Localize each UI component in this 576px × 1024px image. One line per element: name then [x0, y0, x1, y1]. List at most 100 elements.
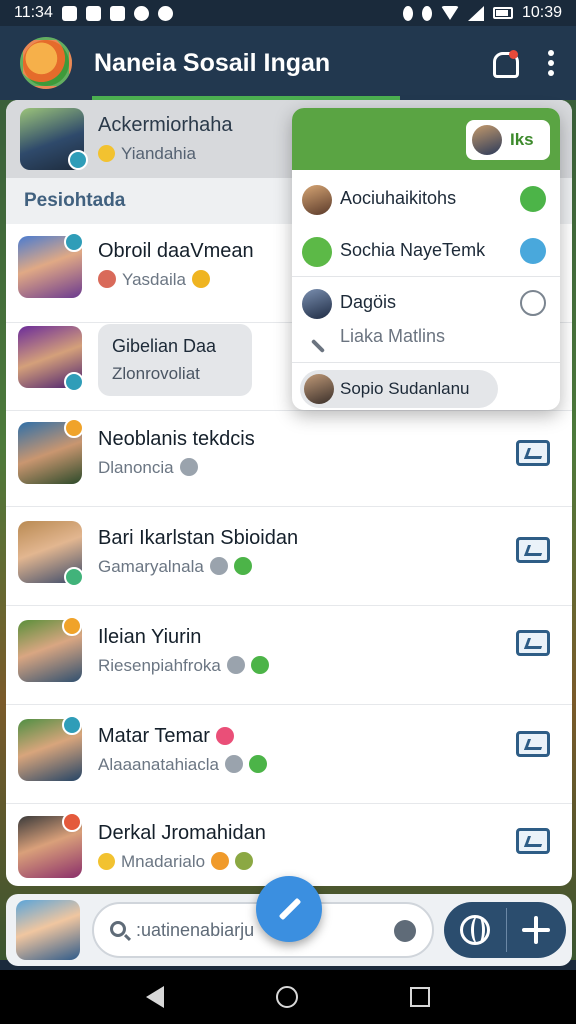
contact-name: Ileian Yiurin	[98, 626, 202, 648]
wave-emoji-icon	[191, 270, 210, 288]
contact-name: Neoblanis tekdcis	[98, 428, 255, 450]
contact-subtitle-text: Dlanoncia	[98, 458, 174, 477]
video-call-icon[interactable]	[516, 828, 550, 854]
contact-subtitle-text: Gamaryalnala	[98, 557, 204, 576]
status-right: 10:39	[402, 4, 562, 22]
contact-subtitle: Alaaanatahiacla	[98, 755, 267, 775]
contact-row[interactable]: Matar Temar Alaaanatahiacla	[6, 705, 572, 804]
app-bar: Naneia Sosail Ingan	[0, 26, 576, 100]
contact-row[interactable]: Bari Ikarlstan Sbioidan Gamaryalnala	[6, 507, 572, 606]
video-call-icon[interactable]	[516, 630, 550, 656]
signal-icon	[467, 5, 484, 21]
status-emoji-icon	[98, 145, 115, 162]
account-pill[interactable]: Sopio Sudanlanu	[300, 370, 498, 408]
contact-avatar	[18, 812, 82, 878]
menu-item[interactable]: Sochia NayeTemk	[292, 226, 560, 278]
video-call-icon[interactable]	[516, 440, 550, 466]
contact-subtitle-text: Mnadarialo	[121, 852, 206, 871]
sticker-icon	[235, 852, 254, 870]
notification-mail-icon	[61, 5, 77, 21]
contact-subtitle-text: Yasdaila	[122, 270, 186, 289]
back-icon[interactable]	[146, 986, 164, 1008]
menu-divider	[292, 276, 560, 277]
system-nav-bar	[0, 970, 576, 1024]
reaction-icon	[226, 656, 245, 674]
contact-subtitle: Dlanoncia	[98, 458, 198, 478]
status-badge-icon	[62, 715, 82, 735]
profile-badge-icon	[68, 150, 88, 170]
status-badge-icon	[64, 418, 84, 438]
contact-row[interactable]: Neoblanis tekdcis Dlanoncia	[6, 408, 572, 507]
bluetooth-secondary-icon	[421, 5, 432, 21]
video-call-icon[interactable]	[516, 731, 550, 757]
status-badge-icon	[62, 812, 82, 832]
account-chip[interactable]: Iks	[466, 120, 550, 160]
menu-item[interactable]: Aociuhaikitohs	[292, 174, 560, 226]
chat-icon[interactable]	[520, 186, 546, 212]
home-icon[interactable]	[276, 986, 298, 1008]
heart-emoji-icon	[215, 727, 234, 745]
recent-apps-icon[interactable]	[410, 987, 430, 1007]
profile-status-text: Yiandahia	[121, 144, 196, 163]
menu-item-sublabel: Liaka Matlins	[340, 326, 446, 346]
clock-icon[interactable]	[520, 290, 546, 316]
menu-item-avatar	[302, 237, 332, 267]
more-options-icon[interactable]	[546, 50, 556, 76]
contact-subtitle: Gamaryalnala	[98, 557, 252, 577]
reaction-icon	[209, 557, 228, 575]
wifi-icon	[440, 6, 459, 20]
status-badge-icon	[64, 567, 84, 587]
dropdown-header: Iks	[292, 108, 560, 170]
bubble-subtitle: Zlonrovoliat	[112, 364, 200, 383]
status-time-right: 10:39	[521, 4, 562, 21]
contact-name: Derkal Jromahidan	[98, 822, 266, 844]
contact-subtitle: Mnadarialo	[98, 852, 254, 872]
notification-app-icon	[85, 5, 101, 21]
chip-label: Iks	[510, 130, 534, 149]
profile-name: Ackermiorhaha	[98, 114, 233, 136]
menu-item-label: Sochia NayeTemk	[340, 240, 486, 260]
contact-avatar	[18, 232, 84, 298]
chat-bubble-icon	[248, 755, 267, 773]
chip-avatar	[472, 125, 502, 155]
status-bar: 11:34 10:39	[0, 0, 576, 26]
message-bubble[interactable]: Gibelian Daa Zlonrovoliat	[98, 324, 252, 396]
action-group	[444, 902, 566, 958]
action-divider	[506, 908, 507, 952]
emoji-icon[interactable]	[394, 920, 416, 942]
globe-icon[interactable]	[460, 915, 490, 945]
sticker-icon	[233, 557, 252, 575]
contact-row[interactable]: Derkal Jromahidan Mnadarialo	[6, 804, 572, 886]
my-avatar[interactable]	[16, 900, 80, 960]
contact-name: Obroil daaVmean	[98, 240, 254, 262]
contact-avatar	[18, 715, 82, 781]
pill-avatar	[304, 374, 334, 404]
notification-gallery-icon	[109, 5, 125, 21]
menu-item[interactable]: Dagöis	[292, 278, 560, 330]
profile-avatar[interactable]	[20, 108, 88, 170]
menu-item-label: Aociuhaikitohs	[340, 188, 457, 208]
profile-status: Yiandahia	[98, 144, 196, 164]
reaction-icon	[211, 852, 230, 870]
compose-button[interactable]	[256, 876, 322, 942]
add-icon[interactable]	[522, 916, 550, 944]
contact-row[interactable]: Ileian Yiurin Riesenpiahfroka	[6, 606, 572, 705]
reaction-icon	[179, 458, 198, 476]
contact-avatar	[18, 326, 84, 392]
chat-bubble-icon	[250, 656, 269, 674]
bluetooth-icon	[402, 5, 413, 21]
menu-divider	[292, 362, 560, 363]
contact-avatar	[18, 418, 84, 484]
app-logo-icon[interactable]	[20, 37, 72, 89]
notification-game-icon	[157, 5, 173, 21]
search-icon	[110, 921, 126, 937]
account-dropdown-menu: Iks Aociuhaikitohs Sochia NayeTemk Dagöi…	[292, 108, 560, 410]
contact-name: Bari Ikarlstan Sbioidan	[98, 527, 299, 549]
menu-item-avatar	[302, 289, 332, 319]
contact-name-text: Matar Temar	[98, 725, 210, 747]
message-icon[interactable]	[520, 238, 546, 264]
video-call-icon[interactable]	[516, 537, 550, 563]
contact-subtitle: Yasdaila	[98, 270, 210, 290]
notification-bell-icon[interactable]	[488, 48, 519, 78]
status-badge-icon	[62, 616, 82, 636]
